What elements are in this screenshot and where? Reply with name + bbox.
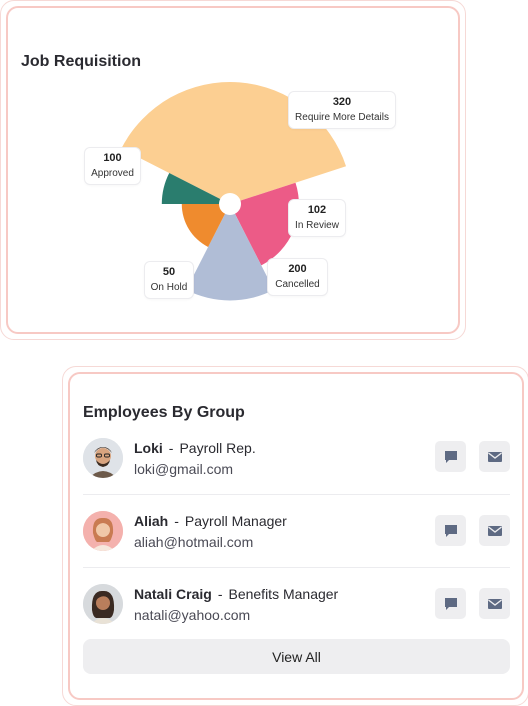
- message-button[interactable]: [435, 588, 466, 619]
- mail-icon: [487, 451, 502, 462]
- data-label-text: In Review: [295, 220, 339, 231]
- employee-role: Payroll Rep.: [179, 440, 256, 456]
- avatar-image: [83, 438, 123, 478]
- mail-button[interactable]: [479, 441, 510, 472]
- employee-name: Natali Craig: [134, 586, 212, 602]
- separator: -: [168, 440, 174, 456]
- message-icon: [444, 524, 457, 537]
- card-title: Employees By Group: [83, 404, 245, 421]
- data-label-value: 102: [307, 204, 327, 216]
- data-label-value: 100: [103, 152, 122, 164]
- message-button[interactable]: [435, 515, 466, 546]
- data-label-text: Approved: [91, 168, 134, 179]
- data-label-text: Require More Details: [295, 112, 389, 123]
- data-label-text: On Hold: [150, 282, 188, 293]
- data-label-value: 200: [288, 263, 307, 275]
- divider: [83, 494, 510, 495]
- avatar-image: [83, 511, 123, 551]
- employee-role: Payroll Manager: [184, 513, 287, 529]
- message-icon: [444, 597, 457, 610]
- message-button[interactable]: [435, 441, 466, 472]
- mail-button[interactable]: [479, 588, 510, 619]
- avatar-image: [83, 584, 123, 624]
- avatar: [83, 511, 123, 551]
- mail-icon: [487, 598, 502, 609]
- data-label-value: 320: [332, 96, 352, 108]
- view-all-button[interactable]: View All: [83, 639, 510, 674]
- polar-area-chart: [121, 81, 347, 301]
- employee-heading: Natali Craig - Benefits Manager: [134, 586, 338, 602]
- divider: [83, 567, 510, 568]
- employee-email: natali@yahoo.com: [134, 607, 251, 623]
- avatar: [83, 438, 123, 478]
- employee-role: Benefits Manager: [228, 586, 339, 602]
- label-approved: 100 Approved: [84, 147, 141, 185]
- label-on-hold: 50 On Hold: [144, 261, 194, 299]
- label-require-more-details: 320 Require More Details: [288, 91, 396, 129]
- employee-heading: Loki - Payroll Rep.: [134, 440, 256, 456]
- job-requisition-card: Job Requisition 320 Require More Details…: [6, 6, 460, 334]
- label-cancelled: 200 Cancelled: [267, 258, 328, 296]
- employee-name: Aliah: [134, 513, 169, 529]
- data-label-value: 50: [162, 266, 176, 278]
- employee-email: aliah@hotmail.com: [134, 534, 254, 550]
- message-icon: [444, 450, 457, 463]
- avatar: [83, 584, 123, 624]
- employee-name: Loki: [134, 440, 163, 456]
- label-in-review: 102 In Review: [288, 199, 346, 237]
- data-label-text: Cancelled: [275, 279, 320, 290]
- employees-by-group-card: Employees By Group Loki - Payroll Rep. lok…: [68, 372, 524, 700]
- mail-icon: [487, 525, 502, 536]
- mail-button[interactable]: [479, 515, 510, 546]
- employee-heading: Aliah - Payroll Manager: [134, 513, 287, 529]
- chart-center-hole: [219, 193, 241, 215]
- separator: -: [217, 586, 223, 602]
- employee-email: loki@gmail.com: [134, 461, 234, 477]
- separator: -: [174, 513, 179, 529]
